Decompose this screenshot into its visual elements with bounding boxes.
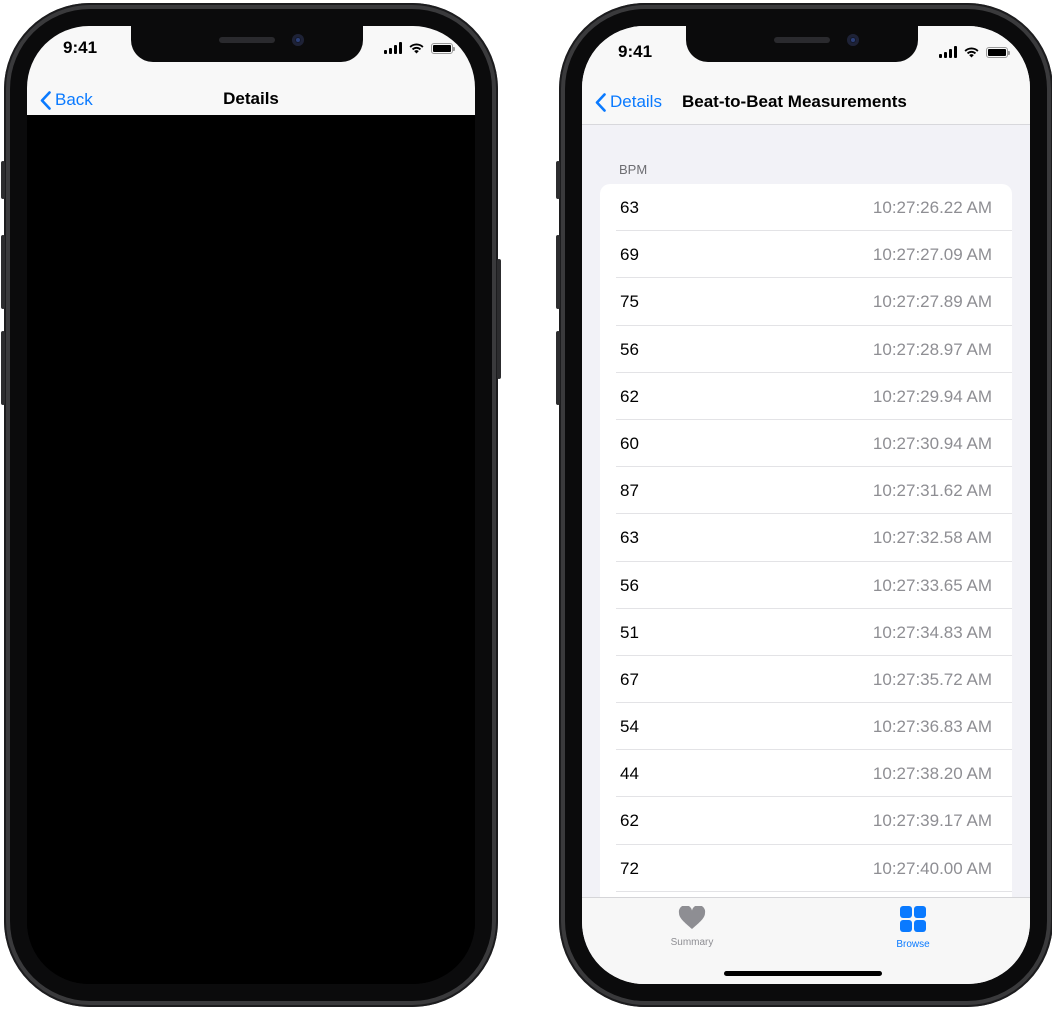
list-item[interactable]: 69 10:27:27.09 AM bbox=[600, 231, 1012, 279]
cellular-signal-icon bbox=[384, 42, 402, 54]
bpm-value: 62 bbox=[620, 811, 639, 831]
bpm-list: 63 10:27:26.22 AM 69 10:27:27.09 AM 75 10:27:… bbox=[600, 184, 1012, 944]
list-item[interactable]: 63 10:27:26.22 AM bbox=[600, 184, 1012, 232]
list-item[interactable]: 63 10:27:32.58 AM bbox=[600, 514, 1012, 562]
timestamp: 10:27:29.94 AM bbox=[872, 386, 992, 406]
tab-browse[interactable]: Browse bbox=[853, 906, 973, 950]
left-phone-frame: 9:41 Back Details bbox=[1, 3, 501, 1007]
list-item[interactable]: 56 10:27:33.65 AM bbox=[600, 562, 1012, 609]
list-item[interactable]: 56 10:27:28.97 AM bbox=[600, 326, 1012, 373]
speaker-grille bbox=[219, 37, 275, 43]
battery-icon bbox=[986, 46, 1010, 58]
page-title: Beat-to-Beat Measurements bbox=[682, 92, 907, 111]
timestamp: 10:27:34.83 AM bbox=[872, 622, 992, 642]
bpm-value: 87 bbox=[620, 481, 639, 501]
list-item[interactable]: 87 10:27:31.62 AM bbox=[600, 467, 1012, 515]
list-item[interactable]: 67 10:27:35.72 AM bbox=[600, 656, 1012, 704]
back-button-label: Details bbox=[610, 92, 662, 111]
page-title: Details bbox=[223, 89, 279, 108]
bpm-value: 72 bbox=[620, 858, 639, 878]
status-time: 9:41 bbox=[63, 38, 98, 57]
volume-up-button bbox=[1, 235, 5, 309]
bpm-value: 69 bbox=[620, 245, 639, 265]
camera-icon bbox=[292, 34, 304, 46]
home-indicator bbox=[724, 971, 882, 976]
heart-icon bbox=[678, 905, 706, 929]
silent-switch bbox=[1, 161, 5, 199]
timestamp: 10:27:27.09 AM bbox=[872, 245, 992, 265]
camera-icon bbox=[847, 34, 859, 46]
right-phone-frame: 9:41 Details Beat-to-Beat Measurements B… bbox=[556, 3, 1052, 1007]
bpm-value: 54 bbox=[620, 717, 639, 737]
list-item[interactable]: 54 10:27:36.83 AM bbox=[600, 703, 1012, 751]
timestamp: 10:27:35.72 AM bbox=[872, 669, 992, 689]
battery-icon bbox=[431, 42, 455, 54]
timestamp: 10:27:27.89 AM bbox=[872, 292, 992, 312]
volume-down-button bbox=[1, 331, 5, 405]
wifi-icon bbox=[964, 47, 979, 58]
bpm-value: 51 bbox=[620, 622, 639, 642]
timestamp: 10:27:38.20 AM bbox=[872, 764, 992, 784]
side-button bbox=[497, 259, 501, 379]
tab-browse-label: Browse bbox=[896, 939, 930, 950]
navigation-bar: Back Details bbox=[27, 82, 475, 115]
bpm-value: 62 bbox=[620, 386, 639, 406]
navigation-bar: Details Beat-to-Beat Measurements bbox=[582, 86, 1030, 118]
status-time: 9:41 bbox=[618, 42, 653, 61]
cellular-signal-icon bbox=[939, 46, 957, 58]
grid-icon bbox=[900, 906, 926, 932]
timestamp: 10:27:30.94 AM bbox=[872, 433, 992, 453]
wifi-icon bbox=[409, 43, 424, 54]
bpm-value: 63 bbox=[620, 528, 639, 548]
notch bbox=[131, 26, 363, 62]
section-header: BPM bbox=[619, 162, 648, 177]
back-button[interactable]: Details bbox=[595, 92, 662, 112]
bpm-value: 75 bbox=[620, 292, 639, 312]
list-item[interactable]: 60 10:27:30.94 AM bbox=[600, 420, 1012, 468]
bpm-value: 67 bbox=[620, 669, 639, 689]
left-screen: 9:41 Back Details bbox=[27, 26, 475, 984]
timestamp: 10:27:26.22 AM bbox=[872, 198, 992, 217]
timestamp: 10:27:32.58 AM bbox=[872, 528, 992, 548]
tab-summary[interactable]: Summary bbox=[632, 905, 752, 948]
tab-summary-label: Summary bbox=[670, 937, 714, 948]
timestamp: 10:27:28.97 AM bbox=[872, 339, 992, 359]
timestamp: 10:27:39.17 AM bbox=[872, 811, 992, 831]
timestamp: 10:27:36.83 AM bbox=[872, 717, 992, 737]
list-item[interactable]: 75 10:27:27.89 AM bbox=[600, 278, 1012, 326]
bpm-value: 56 bbox=[620, 339, 639, 359]
bpm-value: 60 bbox=[620, 433, 639, 453]
right-screen: 9:41 Details Beat-to-Beat Measurements B… bbox=[582, 26, 1030, 984]
silent-switch bbox=[556, 161, 560, 199]
bpm-value: 44 bbox=[620, 764, 639, 784]
list-item[interactable]: 51 10:27:34.83 AM bbox=[600, 609, 1012, 657]
content-area bbox=[27, 115, 475, 984]
volume-down-button bbox=[556, 331, 560, 405]
timestamp: 10:27:33.65 AM bbox=[872, 575, 992, 595]
notch bbox=[686, 26, 918, 62]
bpm-value: 63 bbox=[620, 198, 639, 217]
list-item[interactable]: 44 10:27:38.20 AM bbox=[600, 750, 1012, 798]
bpm-value: 56 bbox=[620, 575, 639, 595]
list-item[interactable]: 62 10:27:29.94 AM bbox=[600, 373, 1012, 421]
timestamp: 10:27:31.62 AM bbox=[872, 481, 992, 501]
speaker-grille bbox=[774, 37, 830, 43]
volume-up-button bbox=[556, 235, 560, 309]
chevron-left-icon bbox=[595, 92, 606, 112]
list-item[interactable]: 72 10:27:40.00 AM bbox=[600, 845, 1012, 893]
timestamp: 10:27:40.00 AM bbox=[872, 858, 992, 878]
list-item[interactable]: 62 10:27:39.17 AM bbox=[600, 797, 1012, 845]
